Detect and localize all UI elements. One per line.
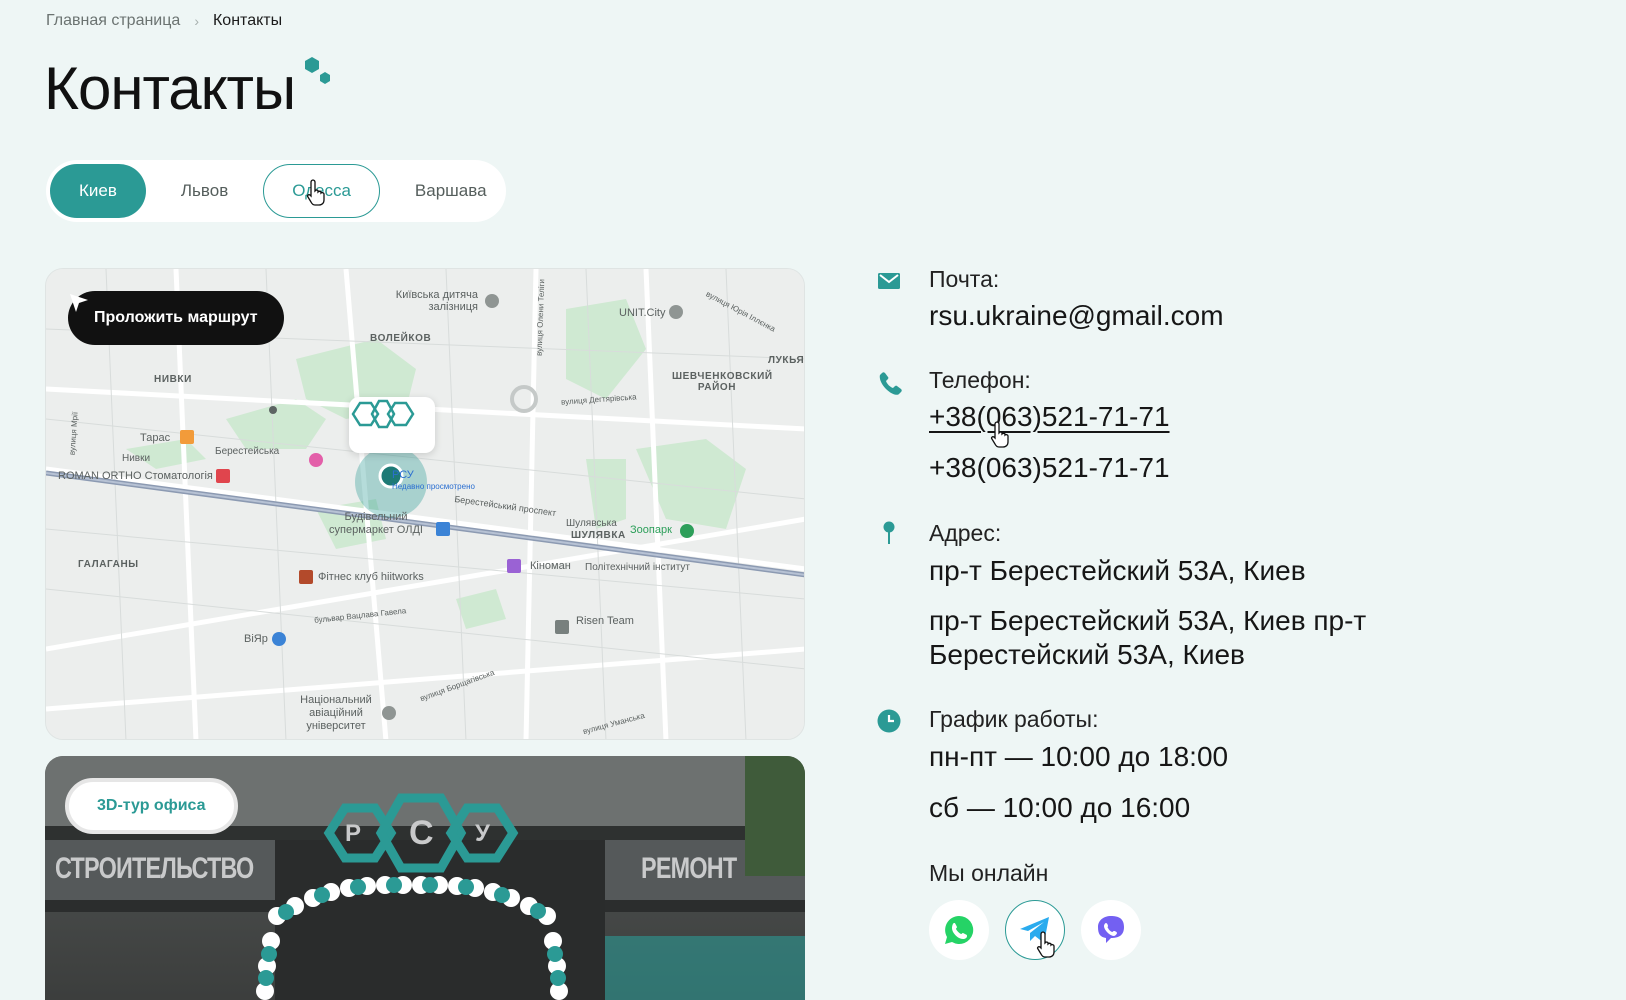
map-label-nyvky: НИВКИ xyxy=(154,374,192,385)
mail-icon xyxy=(878,273,900,289)
address-line-2: пр-т Берестейский 53А, Киев пр-т Бересте… xyxy=(929,605,1367,670)
clock-icon xyxy=(877,709,901,733)
map-label-polytechnic: Політехнічний інститут xyxy=(585,562,691,573)
breadcrumb: Главная страница › Контакты xyxy=(46,12,282,30)
city-tabs: Киев Львов Одесса Варшава xyxy=(46,160,506,222)
hand-cursor-icon xyxy=(990,421,1009,448)
map-marker-logo[interactable] xyxy=(349,397,435,453)
route-button-label: Проложить маршрут xyxy=(94,309,258,326)
sign-logo-letter-u: У xyxy=(475,820,490,847)
3d-tour-button[interactable]: 3D-тур офиса xyxy=(65,778,238,834)
route-button[interactable]: Проложить маршрут xyxy=(68,291,284,345)
phone-label: Телефон: xyxy=(929,367,1031,393)
sign-logo-letter-s: С xyxy=(409,814,434,852)
location-pin-icon xyxy=(883,521,895,544)
online-label: Мы онлайн xyxy=(929,860,1049,886)
map[interactable]: Проложить маршрут РСУ Недавно просмотрен… xyxy=(45,268,805,740)
map-label-unit-city: UNIT.City xyxy=(619,307,666,319)
rsu-logo-icon xyxy=(351,399,415,429)
sign-repair: РЕМОНТ xyxy=(641,852,737,885)
viber-icon xyxy=(1098,916,1124,943)
map-label-roman-ortho: ROMAN ORTHO Стоматологія xyxy=(58,470,213,482)
map-label-shuliavka: ШУЛЯВКА xyxy=(571,530,626,541)
schedule-saturday: сб — 10:00 до 16:00 xyxy=(929,792,1191,823)
tab-warsaw[interactable]: Варшава xyxy=(386,164,516,218)
whatsapp-button[interactable] xyxy=(929,900,989,960)
map-label-fitnes: Фітнес клуб hiitworks xyxy=(318,571,424,583)
messenger-links xyxy=(929,900,1141,960)
schedule-label: График работы: xyxy=(929,706,1099,732)
map-label-galagany: ГАЛАГАНЫ xyxy=(78,559,139,570)
email-link[interactable]: rsu.ukraine@gmail.com xyxy=(929,300,1224,332)
map-label-aviation-university: Національний авіаційний університет xyxy=(300,694,372,732)
map-label-shuliavska: Шулявська xyxy=(566,518,617,529)
map-label-railway: Київська дитяча залізниця xyxy=(395,289,478,313)
map-label-viyar: ВіЯр xyxy=(244,633,268,645)
navigation-arrow-icon xyxy=(70,294,88,312)
page-title: Контакты xyxy=(44,55,296,122)
whatsapp-icon xyxy=(945,915,974,944)
map-label-olda: Будівельний супермаркет ОЛДІ xyxy=(329,511,423,536)
phone-link-1[interactable]: +38(063)521-71-71 xyxy=(929,401,1170,433)
tab-kyiv[interactable]: Киев xyxy=(50,164,146,218)
tab-lviv[interactable]: Львов xyxy=(152,164,257,218)
chevron-right-icon: › xyxy=(194,13,199,29)
map-label-kinoman: Кіноман xyxy=(530,560,571,572)
phone-icon xyxy=(879,372,902,395)
map-label-volieikov: ВОЛЕЙКОВ xyxy=(370,333,432,344)
map-label-berestejska: Берестейська xyxy=(215,446,280,457)
office-photo: СТРОИТЕЛЬСТВО РЕМОНТ Р С У 3D-тур офиса xyxy=(45,756,805,1000)
breadcrumb-current: Контакты xyxy=(212,12,283,29)
map-label-risen-team: Risen Team xyxy=(576,615,634,627)
map-marker-label: РСУ xyxy=(392,469,414,481)
map-label-shevchenko: ШЕВЧЕНКОВСКИЙ РАЙОН xyxy=(672,371,773,393)
email-label: Почта: xyxy=(929,266,1000,292)
hexagon-decoration-icon xyxy=(305,57,330,84)
map-label-zoopark: Зоопарк xyxy=(630,524,672,536)
map-marker-sublabel: Недавно просмотрено xyxy=(392,482,475,491)
map-label-taras: Тарас xyxy=(140,432,171,444)
sign-construction: СТРОИТЕЛЬСТВО xyxy=(55,852,254,885)
viber-button[interactable] xyxy=(1081,900,1141,960)
hand-cursor-icon xyxy=(306,179,325,206)
sign-logo-letter-r: Р xyxy=(345,820,362,847)
map-label-lukya: ЛУКЬЯ xyxy=(768,355,805,366)
breadcrumb-home-link[interactable]: Главная страница xyxy=(46,12,180,30)
phone-link-2[interactable]: +38(063)521-71-71 xyxy=(929,452,1170,484)
address-line-1: пр-т Берестейский 53А, Киев xyxy=(929,555,1306,586)
map-label-nyvky-station: Нивки xyxy=(122,453,151,464)
hand-cursor-icon xyxy=(1036,931,1055,958)
address-label: Адрес: xyxy=(929,520,1002,546)
schedule-weekdays: пн-пт — 10:00 до 18:00 xyxy=(929,741,1229,772)
